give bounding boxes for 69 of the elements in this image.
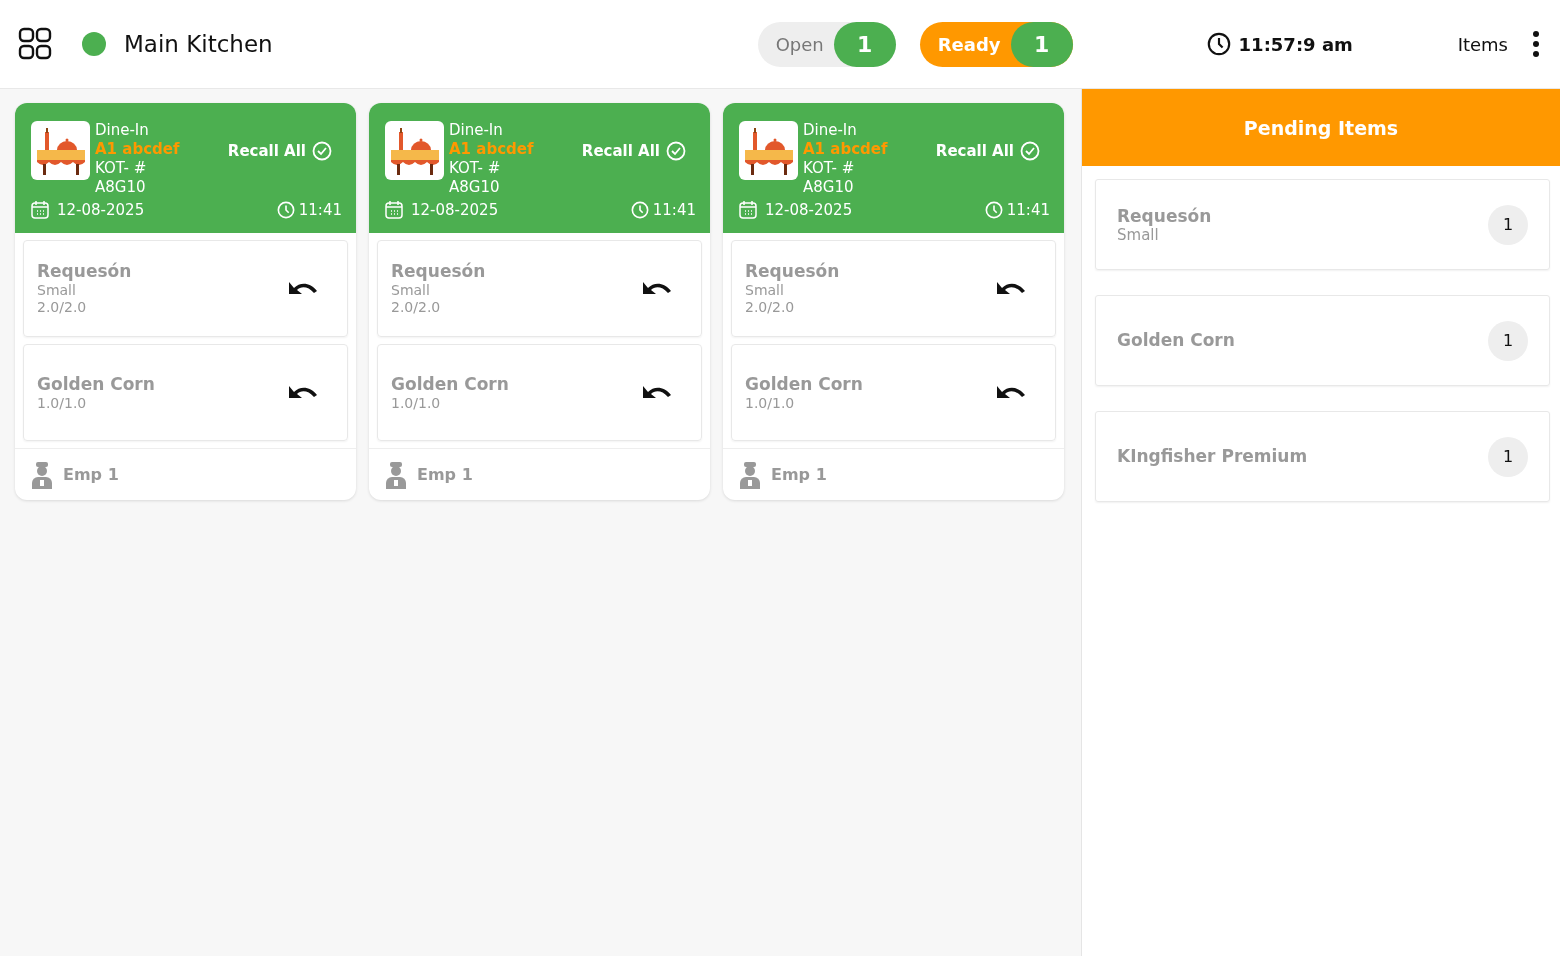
calendar-icon — [31, 200, 49, 219]
clock-time: 11:57:9 am — [1238, 33, 1353, 55]
employee-icon — [31, 460, 53, 489]
employee-name: Emp 1 — [417, 465, 473, 484]
order-date: 12-08-2025 — [411, 200, 499, 219]
order-time: 11:41 — [1006, 200, 1050, 219]
item-variant: Small — [391, 282, 431, 299]
count-badge: 1 — [1488, 436, 1528, 477]
order-type: Dine-In — [803, 121, 858, 140]
order-type: Dine-In — [95, 121, 150, 140]
order-time: 11:41 — [298, 200, 342, 219]
item-variant: Small — [1117, 226, 1159, 244]
kot-label: KOT- # — [449, 159, 502, 178]
items-link[interactable]: Items — [1457, 33, 1508, 55]
order-type: Dine-In — [449, 121, 504, 140]
clock-icon — [630, 200, 649, 219]
table-name: A1 abcdef — [95, 140, 180, 159]
item-name: Requesón — [745, 261, 840, 282]
kot-label: KOT- # — [803, 159, 856, 178]
item-quantity: 1.0/1.0 — [37, 394, 88, 412]
employee-name: Emp 1 — [63, 465, 119, 484]
clock-icon — [276, 200, 295, 219]
check-circle-icon — [1020, 141, 1040, 161]
order-date: 12-08-2025 — [57, 200, 145, 219]
item-quantity: 1.0/1.0 — [391, 394, 442, 412]
recall-all-button[interactable]: Recall All — [581, 141, 696, 161]
more-menu-icon[interactable] — [1532, 30, 1540, 58]
order-date: 12-08-2025 — [765, 200, 853, 219]
count-badge: 1 — [1010, 21, 1073, 67]
table-name: A1 abcdef — [803, 140, 888, 159]
item-quantity: 1.0/1.0 — [745, 394, 796, 412]
item-name: Requesón — [391, 261, 486, 282]
employee-icon — [385, 460, 407, 489]
item-name: Requesón — [1117, 205, 1212, 227]
item-name: Requesón — [37, 261, 132, 282]
item-name: Golden Corn — [391, 373, 509, 395]
item-variant: Small — [745, 282, 785, 299]
item-name: Golden Corn — [37, 373, 155, 395]
kot-number: A8G10 — [803, 178, 855, 197]
count-badge: 1 — [1488, 204, 1528, 245]
item-quantity: 2.0/2.0 — [745, 299, 796, 316]
employee-icon — [739, 460, 761, 489]
filter-tab[interactable]: Ready 1 — [919, 21, 1073, 67]
clock-icon — [984, 200, 1003, 219]
table-name: A1 abcdef — [449, 140, 534, 159]
item-quantity: 2.0/2.0 — [391, 299, 442, 316]
check-circle-icon — [312, 141, 332, 161]
calendar-icon — [739, 200, 757, 219]
grid-menu-icon[interactable] — [18, 27, 52, 61]
order-time: 11:41 — [652, 200, 696, 219]
recall-all-button[interactable]: Recall All — [935, 141, 1050, 161]
kot-label: KOT- # — [95, 159, 148, 178]
calendar-icon — [385, 200, 403, 219]
kitchen-title: Main Kitchen — [124, 31, 273, 57]
employee-name: Emp 1 — [771, 465, 827, 484]
item-name: Golden Corn — [745, 373, 863, 395]
check-circle-icon — [666, 141, 686, 161]
count-badge: 1 — [1488, 320, 1528, 361]
count-badge: 1 — [833, 21, 896, 67]
item-quantity: 2.0/2.0 — [37, 299, 88, 316]
recall-all-button[interactable]: Recall All — [227, 141, 342, 161]
clock-icon — [1206, 32, 1231, 56]
pending-items-header: Pending Items — [1082, 89, 1560, 166]
filter-tab[interactable]: Open 1 — [757, 21, 896, 67]
item-name: Golden Corn — [1117, 330, 1235, 351]
kot-number: A8G10 — [95, 178, 147, 197]
kot-number: A8G10 — [449, 178, 501, 197]
item-variant: Small — [37, 282, 77, 299]
item-name: KIngfisher Premium — [1117, 446, 1308, 467]
